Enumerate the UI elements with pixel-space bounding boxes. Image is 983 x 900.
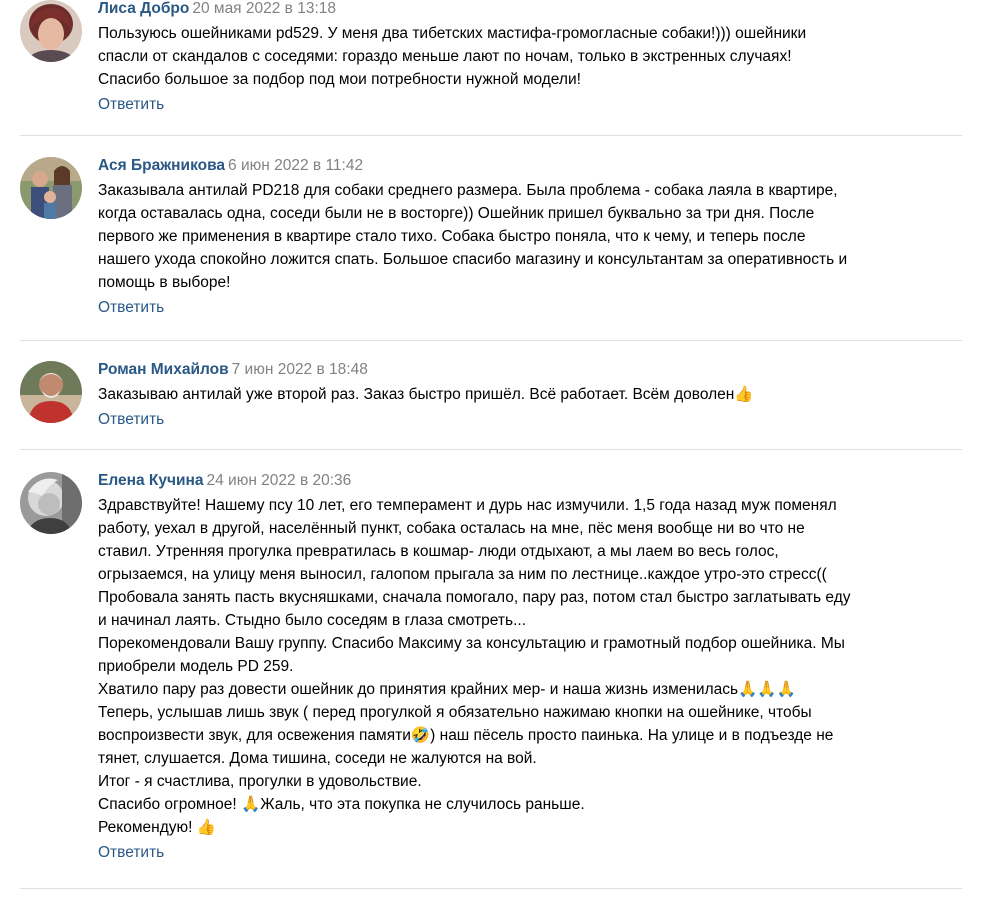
comment-meta: Роман Михайлов 7 июн 2022 в 18:48 — [98, 361, 960, 379]
comment-date[interactable]: 24 июн 2022 в 20:36 — [206, 472, 351, 489]
comment-date[interactable]: 6 июн 2022 в 11:42 — [228, 157, 363, 174]
comment-text: Заказываю антилай уже второй раз. Заказ … — [98, 386, 754, 403]
divider — [20, 449, 962, 450]
author-name[interactable]: Лиса Добро — [98, 0, 189, 17]
divider — [20, 340, 962, 341]
avatar[interactable] — [20, 472, 82, 534]
reply-button[interactable]: Ответить — [98, 298, 960, 318]
reply-button[interactable]: Ответить — [98, 95, 960, 115]
author-name[interactable]: Ася Бражникова — [98, 157, 225, 174]
divider — [20, 888, 962, 889]
comment-meta: Ася Бражникова 6 июн 2022 в 11:42 — [98, 157, 960, 175]
comment-text: Здравствуйте! Нашему псу 10 лет, его тем… — [98, 497, 851, 836]
reply-button[interactable]: Ответить — [98, 843, 960, 863]
comment-date[interactable]: 7 июн 2022 в 18:48 — [232, 361, 368, 378]
avatar[interactable] — [20, 157, 82, 219]
avatar[interactable] — [20, 361, 82, 423]
comment-meta: Елена Кучина 24 июн 2022 в 20:36 — [98, 472, 960, 490]
reply-button[interactable]: Ответить — [98, 410, 960, 430]
avatar[interactable] — [20, 0, 82, 62]
comment-date[interactable]: 20 мая 2022 в 13:18 — [192, 0, 336, 17]
comment-text: Пользуюсь ошейниками pd529. У меня два т… — [98, 25, 807, 88]
divider — [20, 135, 962, 136]
comment-meta: Лиса Добро 20 мая 2022 в 13:18 — [98, 0, 960, 18]
author-name[interactable]: Роман Михайлов — [98, 361, 229, 378]
comment-text: Заказывала антилай PD218 для собаки сред… — [98, 182, 848, 291]
author-name[interactable]: Елена Кучина — [98, 472, 203, 489]
